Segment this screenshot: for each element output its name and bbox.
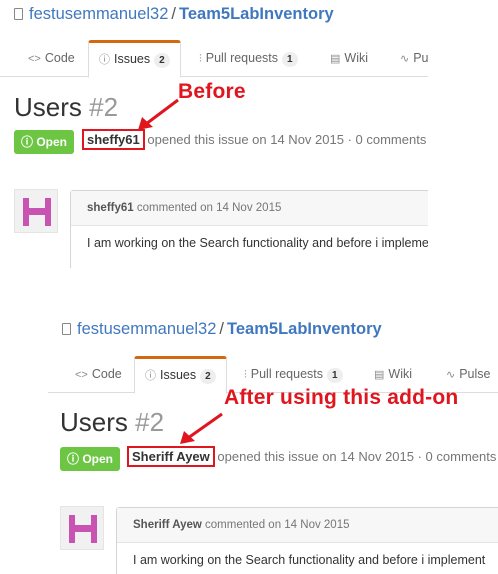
callout-before: Before [178, 80, 246, 103]
pulse-icon: ∿ [446, 369, 456, 381]
issue-opened-icon: ⓘ [145, 370, 156, 382]
book-icon [62, 323, 71, 335]
issues-counter: 2 [200, 369, 216, 384]
before-panel: festusemmanuel32/Team5LabInventory <> Cod… [0, 0, 428, 268]
author-link[interactable]: sheffy61 [87, 132, 140, 147]
tab-issues[interactable]: ⓘ Issues 2 [134, 356, 227, 394]
issues-counter: 2 [154, 53, 170, 68]
issue-title: Users #2 [60, 407, 165, 437]
repo-nav: <> Code ⓘ Issues 2 ⫶ Pull requests 1 ▤ Wiki ∿ P… [0, 40, 428, 78]
comment-box: Sheriff Ayew commented on 14 Nov 2015 I … [116, 507, 498, 574]
issue-number: #2 [89, 92, 119, 122]
issue-meta: sheffy61 opened this issue on 14 Nov 201… [82, 129, 426, 150]
comment-body: I am working on the Search functionality… [71, 226, 428, 268]
tab-issues[interactable]: ⓘ Issues 2 [88, 40, 181, 78]
comment-box: sheffy61 commented on 14 Nov 2015 I am w… [70, 190, 428, 268]
tab-code[interactable]: <> Code [75, 356, 122, 392]
comment-author-link[interactable]: Sheriff Ayew [133, 519, 202, 531]
tab-code[interactable]: <> Code [28, 40, 75, 76]
callout-after: After using this add-on [224, 386, 459, 409]
pulls-counter: 1 [282, 52, 298, 67]
pull-request-icon: ⫶ [199, 53, 202, 65]
issue-meta: Sheriff Ayew opened this issue on 14 Nov… [127, 446, 496, 467]
status-badge: ⓘ Open [14, 130, 75, 154]
issue-title: Users #2 [14, 92, 119, 122]
tab-pull-requests[interactable]: ⫶ Pull requests 1 [199, 40, 298, 76]
pull-request-icon: ⫶ [244, 369, 247, 381]
repo-owner-link[interactable]: festusemmanuel32 [29, 5, 168, 23]
repo-breadcrumb: festusemmanuel32/Team5LabInventory [14, 5, 334, 24]
repo-owner-link[interactable]: festusemmanuel32 [77, 320, 216, 338]
status-badge: ⓘ Open [60, 447, 121, 471]
repo-name-link[interactable]: Team5LabInventory [179, 5, 334, 23]
after-panel: festusemmanuel32/Team5LabInventory <> Cod… [48, 295, 498, 574]
comment-body: I am working on the Search functionality… [133, 553, 486, 567]
repo-breadcrumb: festusemmanuel32/Team5LabInventory [62, 320, 382, 339]
author-link[interactable]: Sheriff Ayew [132, 449, 210, 464]
avatar[interactable] [14, 189, 58, 233]
tab-wiki[interactable]: ▤ Wiki [330, 40, 368, 76]
code-icon: <> [75, 369, 88, 381]
comment-author-link[interactable]: sheffy61 [87, 202, 134, 214]
repo-name-link[interactable]: Team5LabInventory [227, 320, 382, 338]
pulse-icon: ∿ [400, 53, 410, 65]
highlight-box: sheffy61 [82, 129, 145, 150]
highlight-box: Sheriff Ayew [127, 446, 215, 467]
wiki-icon: ▤ [374, 369, 385, 381]
issue-opened-icon: ⓘ [99, 54, 110, 66]
avatar[interactable] [60, 506, 104, 550]
wiki-icon: ▤ [330, 53, 341, 65]
tab-pulse[interactable]: ∿Pulse [400, 40, 428, 76]
book-icon [14, 8, 23, 20]
comment-body-faded: ​ [87, 256, 428, 268]
pulls-counter: 1 [327, 368, 343, 383]
code-icon: <> [28, 53, 41, 65]
comment-header: Sheriff Ayew commented on 14 Nov 2015 [117, 508, 498, 543]
issue-number: #2 [135, 407, 165, 437]
comment-header: sheffy61 commented on 14 Nov 2015 [71, 191, 428, 226]
